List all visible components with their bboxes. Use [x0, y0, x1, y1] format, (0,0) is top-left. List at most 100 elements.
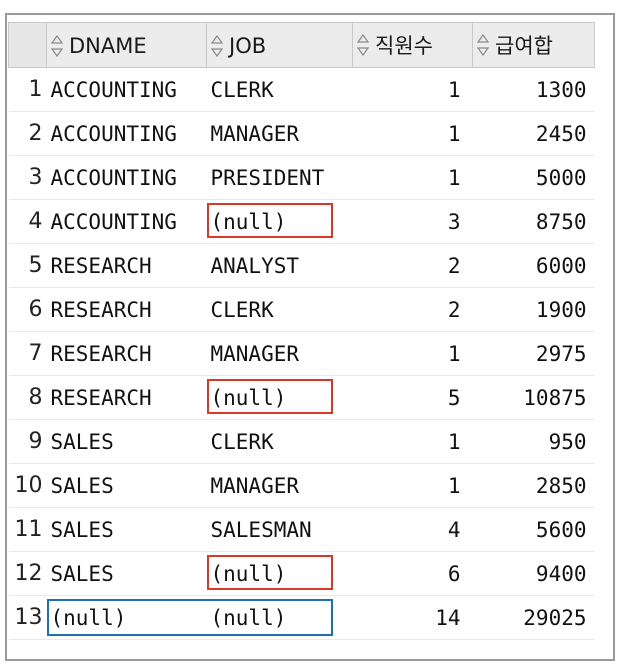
- table-row[interactable]: 6 RESEARCH CLERK 2 1900: [8, 287, 595, 332]
- cell-salary-sum[interactable]: 5600: [472, 507, 595, 552]
- cell-dname[interactable]: SALES: [46, 463, 207, 508]
- cell-employee-count-value: 1: [447, 165, 461, 190]
- cell-dname-value: RESEARCH: [50, 253, 152, 278]
- cell-employee-count[interactable]: 3: [352, 199, 473, 244]
- cell-job[interactable]: (null): [206, 595, 353, 640]
- row-number-value: 11: [14, 517, 43, 542]
- table-row[interactable]: 13 (null) (null) 14 29025: [8, 595, 595, 640]
- cell-job-value: (null): [210, 385, 287, 410]
- cell-dname-value: SALES: [50, 429, 114, 454]
- cell-employee-count[interactable]: 5: [352, 375, 473, 420]
- column-header-salary-sum[interactable]: 급여합: [472, 22, 595, 68]
- row-number: 3: [8, 155, 47, 200]
- row-number: 7: [8, 331, 47, 376]
- cell-dname[interactable]: ACCOUNTING: [46, 155, 207, 200]
- cell-employee-count[interactable]: 14: [352, 595, 473, 640]
- table-row[interactable]: 1 ACCOUNTING CLERK 1 1300: [8, 67, 595, 112]
- cell-job-value: CLERK: [210, 77, 274, 102]
- cell-employee-count[interactable]: 4: [352, 507, 473, 552]
- row-number-value: 3: [28, 165, 43, 190]
- cell-dname[interactable]: RESEARCH: [46, 287, 207, 332]
- cell-job[interactable]: MANAGER: [206, 463, 353, 508]
- cell-salary-sum[interactable]: 2975: [472, 331, 595, 376]
- row-number: 8: [8, 375, 47, 420]
- cell-salary-sum[interactable]: 950: [472, 419, 595, 464]
- column-header-employee-count[interactable]: 직원수: [352, 22, 473, 68]
- cell-dname[interactable]: SALES: [46, 551, 207, 596]
- cell-dname-value: RESEARCH: [50, 297, 152, 322]
- cell-employee-count[interactable]: 1: [352, 155, 473, 200]
- cell-job[interactable]: MANAGER: [206, 331, 353, 376]
- cell-employee-count[interactable]: 1: [352, 419, 473, 464]
- cell-employee-count[interactable]: 6: [352, 551, 473, 596]
- cell-dname[interactable]: ACCOUNTING: [46, 111, 207, 156]
- cell-job[interactable]: (null): [206, 199, 353, 244]
- cell-salary-sum[interactable]: 2850: [472, 463, 595, 508]
- cell-dname[interactable]: RESEARCH: [46, 375, 207, 420]
- cell-dname[interactable]: RESEARCH: [46, 243, 207, 288]
- table-row[interactable]: 10 SALES MANAGER 1 2850: [8, 463, 595, 508]
- row-number: 10: [8, 463, 47, 508]
- cell-job[interactable]: ANALYST: [206, 243, 353, 288]
- cell-employee-count-value: 6: [447, 561, 461, 586]
- cell-job[interactable]: MANAGER: [206, 111, 353, 156]
- cell-job-value: SALESMAN: [210, 517, 312, 542]
- column-header-job[interactable]: JOB: [206, 22, 353, 68]
- row-number-value: 5: [28, 253, 43, 278]
- cell-employee-count-value: 1: [447, 429, 461, 454]
- table-row[interactable]: 5 RESEARCH ANALYST 2 6000: [8, 243, 595, 288]
- cell-job-value: CLERK: [210, 429, 274, 454]
- row-number: 1: [8, 67, 47, 112]
- cell-salary-sum[interactable]: 29025: [472, 595, 595, 640]
- cell-job[interactable]: CLERK: [206, 287, 353, 332]
- cell-salary-sum-value: 9400: [535, 561, 587, 586]
- table-row[interactable]: 8 RESEARCH (null) 5 10875: [8, 375, 595, 420]
- cell-dname[interactable]: SALES: [46, 419, 207, 464]
- cell-job[interactable]: CLERK: [206, 419, 353, 464]
- table-row[interactable]: 4 ACCOUNTING (null) 3 8750: [8, 199, 595, 244]
- cell-dname[interactable]: ACCOUNTING: [46, 199, 207, 244]
- column-header-dname[interactable]: DNAME: [46, 22, 207, 68]
- cell-employee-count[interactable]: 1: [352, 331, 473, 376]
- cell-salary-sum[interactable]: 1900: [472, 287, 595, 332]
- table-row[interactable]: 9 SALES CLERK 1 950: [8, 419, 595, 464]
- cell-dname[interactable]: ACCOUNTING: [46, 67, 207, 112]
- row-number: 11: [8, 507, 47, 552]
- cell-employee-count[interactable]: 1: [352, 463, 473, 508]
- cell-salary-sum[interactable]: 6000: [472, 243, 595, 288]
- cell-salary-sum[interactable]: 8750: [472, 199, 595, 244]
- cell-employee-count[interactable]: 2: [352, 287, 473, 332]
- cell-job[interactable]: (null): [206, 551, 353, 596]
- cell-salary-sum[interactable]: 1300: [472, 67, 595, 112]
- table-row[interactable]: 11 SALES SALESMAN 4 5600: [8, 507, 595, 552]
- row-number: 6: [8, 287, 47, 332]
- cell-salary-sum[interactable]: 9400: [472, 551, 595, 596]
- row-number-value: 12: [14, 561, 43, 586]
- cell-job[interactable]: CLERK: [206, 67, 353, 112]
- cell-employee-count[interactable]: 2: [352, 243, 473, 288]
- cell-job-value: ANALYST: [210, 253, 300, 278]
- sort-arrows-icon: [357, 34, 369, 56]
- table-row[interactable]: 7 RESEARCH MANAGER 1 2975: [8, 331, 595, 376]
- row-number-value: 4: [28, 209, 43, 234]
- cell-employee-count[interactable]: 1: [352, 67, 473, 112]
- cell-employee-count-value: 14: [435, 605, 461, 630]
- cell-job[interactable]: PRESIDENT: [206, 155, 353, 200]
- sort-arrows-icon: [477, 34, 489, 56]
- table-row[interactable]: 2 ACCOUNTING MANAGER 1 2450: [8, 111, 595, 156]
- cell-dname[interactable]: RESEARCH: [46, 331, 207, 376]
- cell-dname-value: SALES: [50, 473, 114, 498]
- table-row[interactable]: 12 SALES (null) 6 9400: [8, 551, 595, 596]
- table-row[interactable]: 3 ACCOUNTING PRESIDENT 1 5000: [8, 155, 595, 200]
- cell-salary-sum[interactable]: 10875: [472, 375, 595, 420]
- query-result-grid: DNAME JOB 직원수 급여합 1 ACCOUNTING CLERK 1 1…: [8, 22, 595, 640]
- cell-employee-count-value: 5: [447, 385, 461, 410]
- column-header-label: 직원수: [375, 34, 433, 58]
- cell-dname[interactable]: SALES: [46, 507, 207, 552]
- cell-employee-count[interactable]: 1: [352, 111, 473, 156]
- cell-salary-sum[interactable]: 5000: [472, 155, 595, 200]
- cell-dname[interactable]: (null): [46, 595, 333, 640]
- cell-salary-sum[interactable]: 2450: [472, 111, 595, 156]
- cell-job[interactable]: (null): [206, 375, 353, 420]
- cell-job[interactable]: SALESMAN: [206, 507, 353, 552]
